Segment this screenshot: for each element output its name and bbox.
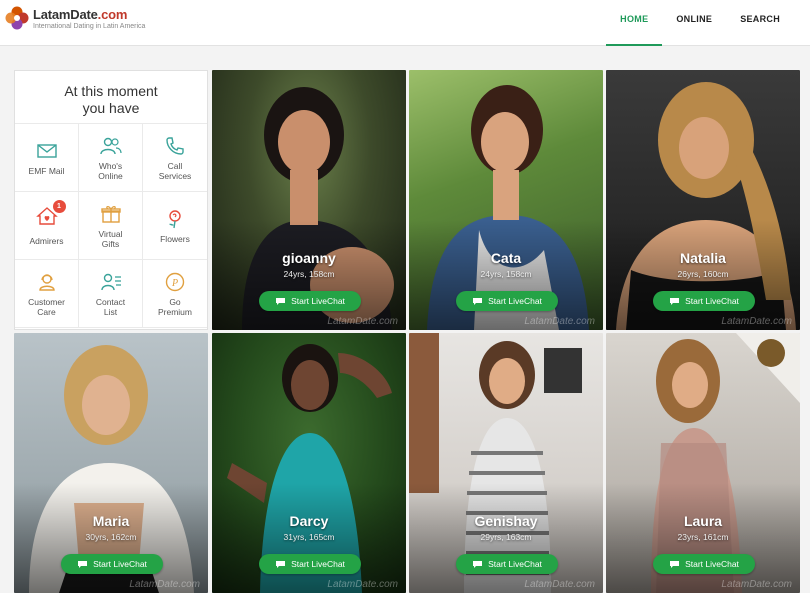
profile-name: Maria xyxy=(92,513,130,529)
admirers-button[interactable]: 1 Admirers xyxy=(15,192,79,260)
nav-home[interactable]: HOME xyxy=(606,0,663,46)
chat-bubble-icon xyxy=(473,297,483,305)
profile-name: Natalia xyxy=(680,250,726,266)
rose-icon xyxy=(169,209,181,228)
logo-flower-icon xyxy=(4,5,30,31)
contact-list-icon xyxy=(100,273,121,290)
profile-card[interactable]: gioanny 24yrs, 158cm Start LiveChat Lata… xyxy=(212,70,406,330)
main-nav: HOME ONLINE SEARCH xyxy=(606,0,794,46)
svg-text:P: P xyxy=(171,278,178,289)
whos-online-button[interactable]: Who's Online xyxy=(79,124,143,192)
chat-bubble-icon xyxy=(670,297,680,305)
customer-care-button[interactable]: Customer Care xyxy=(15,260,79,328)
chat-bubble-icon xyxy=(78,560,88,568)
site-logo[interactable]: LatamDate.com International Dating in La… xyxy=(4,5,145,31)
profile-info: 24yrs, 158cm xyxy=(480,269,532,279)
chat-bubble-icon xyxy=(276,297,286,305)
start-livechat-button[interactable]: Start LiveChat xyxy=(61,554,163,574)
profile-name: gioanny xyxy=(282,250,336,266)
profile-info: 24yrs, 158cm xyxy=(283,269,335,279)
nav-search[interactable]: SEARCH xyxy=(726,0,794,46)
flowers-button[interactable]: Flowers xyxy=(143,192,207,260)
admirers-count-badge: 1 xyxy=(52,200,66,213)
profile-card[interactable]: Natalia 26yrs, 160cm Start LiveChat Lata… xyxy=(606,70,800,330)
nav-online[interactable]: ONLINE xyxy=(662,0,726,46)
profile-card[interactable]: Genishay 29yrs, 163cm Start LiveChat Lat… xyxy=(409,333,603,593)
profile-card[interactable]: Maria 30yrs, 162cm Start LiveChat LatamD… xyxy=(14,333,208,593)
profile-card[interactable]: Cata 24yrs, 158cm Start LiveChat LatamDa… xyxy=(409,70,603,330)
logo-tagline: International Dating in Latin America xyxy=(33,22,146,30)
virtual-gifts-button[interactable]: Virtual Gifts xyxy=(79,192,143,260)
profile-info: 26yrs, 160cm xyxy=(677,269,729,279)
quick-actions-panel: At this moment you have EMF Mail Who's O… xyxy=(14,70,208,330)
profile-info: 30yrs, 162cm xyxy=(85,532,137,542)
start-livechat-button[interactable]: Start LiveChat xyxy=(456,554,558,574)
chat-bubble-icon xyxy=(473,560,483,568)
watermark: LatamDate.com xyxy=(327,316,398,327)
start-livechat-button[interactable]: Start LiveChat xyxy=(259,554,361,574)
start-livechat-button[interactable]: Start LiveChat xyxy=(259,291,361,311)
profile-info: 23yrs, 161cm xyxy=(677,532,729,542)
profile-card[interactable]: Laura 23yrs, 161cm Start LiveChat LatamD… xyxy=(606,333,800,593)
profile-name: Cata xyxy=(490,250,522,266)
profile-name: Darcy xyxy=(289,513,329,529)
profile-name: Laura xyxy=(683,513,723,529)
profile-info: 29yrs, 163cm xyxy=(480,532,532,542)
panel-title: At this moment you have xyxy=(15,71,207,124)
start-livechat-button[interactable]: Start LiveChat xyxy=(653,554,755,574)
logo-wordmark: LatamDate.com xyxy=(33,6,128,22)
users-icon xyxy=(99,137,122,154)
premium-coin-icon: P xyxy=(165,272,185,291)
profile-card[interactable]: Darcy 31yrs, 165cm Start LiveChat LatamD… xyxy=(212,333,406,593)
profile-info: 31yrs, 165cm xyxy=(283,532,335,542)
gift-icon xyxy=(100,205,121,223)
phone-icon xyxy=(166,136,184,155)
top-bar: LatamDate.com International Dating in La… xyxy=(0,0,810,46)
headset-icon xyxy=(38,273,55,291)
emf-mail-button[interactable]: EMF Mail xyxy=(15,124,79,192)
watermark: LatamDate.com xyxy=(721,316,792,327)
call-services-button[interactable]: Call Services xyxy=(143,124,207,192)
chat-bubble-icon xyxy=(670,560,680,568)
contact-list-button[interactable]: Contact List xyxy=(79,260,143,328)
start-livechat-button[interactable]: Start LiveChat xyxy=(456,291,558,311)
profile-name: Genishay xyxy=(474,513,538,529)
envelope-icon xyxy=(36,143,57,158)
watermark: LatamDate.com xyxy=(524,316,595,327)
chat-bubble-icon xyxy=(276,560,286,568)
go-premium-button[interactable]: P Go Premium xyxy=(143,260,207,328)
start-livechat-button[interactable]: Start LiveChat xyxy=(653,291,755,311)
